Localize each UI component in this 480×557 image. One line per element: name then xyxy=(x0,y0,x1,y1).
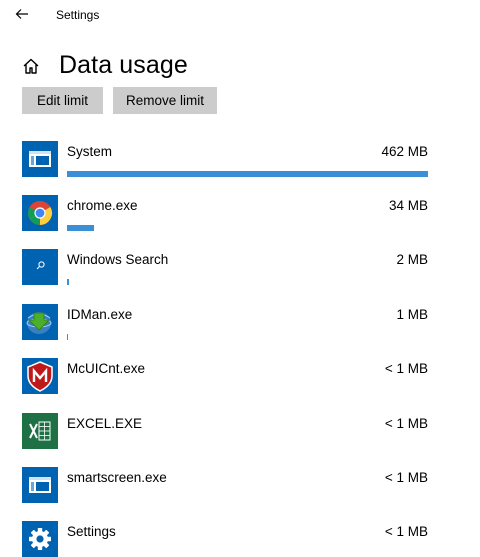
idm-icon xyxy=(22,304,58,340)
smartscreen-icon xyxy=(22,467,58,503)
app-usage-size: 1 MB xyxy=(396,307,428,322)
usage-bar-fill xyxy=(67,279,69,285)
app-usage-size: < 1 MB xyxy=(384,524,428,539)
back-arrow-icon[interactable] xyxy=(14,6,30,22)
app-usage-size: 2 MB xyxy=(396,252,428,267)
chrome-icon xyxy=(22,195,58,231)
app-name: Settings xyxy=(67,524,116,539)
usage-bar xyxy=(67,225,428,231)
mcafee-icon xyxy=(22,358,58,394)
app-usage-size: < 1 MB xyxy=(384,361,428,376)
app-row-settings[interactable]: Settings < 1 MB xyxy=(22,521,430,557)
app-usage-size: 462 MB xyxy=(381,144,428,159)
app-row-mcuicnt[interactable]: McUICnt.exe < 1 MB xyxy=(22,358,430,398)
app-name: smartscreen.exe xyxy=(67,470,167,485)
app-row-windows-search[interactable]: Windows Search 2 MB xyxy=(22,249,430,289)
usage-bar-fill xyxy=(67,225,94,231)
excel-icon xyxy=(22,413,58,449)
app-row-system[interactable]: System 462 MB xyxy=(22,141,430,181)
app-usage-size: < 1 MB xyxy=(384,416,428,431)
app-usage-size: 34 MB xyxy=(388,198,428,213)
system-window-icon xyxy=(22,141,58,177)
usage-bar xyxy=(67,171,428,177)
usage-bar-fill xyxy=(67,334,68,340)
gear-icon xyxy=(22,521,58,557)
app-name: IDMan.exe xyxy=(67,307,133,322)
remove-limit-button[interactable]: Remove limit xyxy=(113,87,217,114)
edit-limit-button[interactable]: Edit limit xyxy=(22,87,103,114)
app-name: System xyxy=(67,144,113,159)
app-row-idman[interactable]: IDMan.exe 1 MB xyxy=(22,304,430,344)
home-icon[interactable] xyxy=(22,57,40,75)
app-name: Windows Search xyxy=(67,252,169,267)
app-row-excel[interactable]: EXCEL.EXE < 1 MB xyxy=(22,413,430,453)
page-title: Data usage xyxy=(59,51,188,79)
app-usage-size: < 1 MB xyxy=(384,470,428,485)
app-row-chrome[interactable]: chrome.exe 34 MB xyxy=(22,195,430,235)
app-name: McUICnt.exe xyxy=(67,361,146,376)
window-title: Settings xyxy=(56,8,100,22)
usage-bar xyxy=(67,279,428,285)
title-bar: Settings xyxy=(0,0,480,32)
usage-bar-fill xyxy=(67,171,428,177)
app-name: EXCEL.EXE xyxy=(67,416,143,431)
usage-bar xyxy=(67,334,428,340)
app-row-smartscreen[interactable]: smartscreen.exe < 1 MB xyxy=(22,467,430,507)
app-name: chrome.exe xyxy=(67,198,138,213)
search-icon xyxy=(22,249,58,285)
